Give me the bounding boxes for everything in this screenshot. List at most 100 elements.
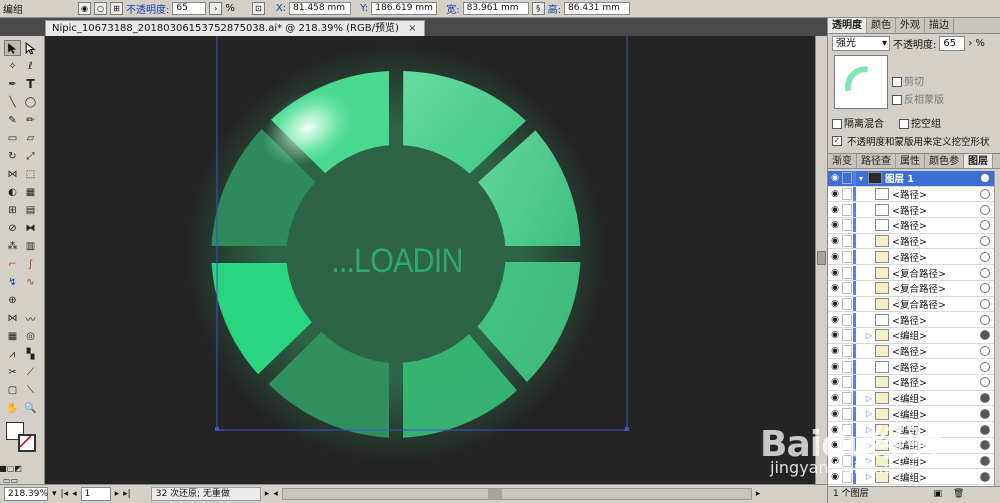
lock-toggle[interactable] <box>842 219 852 232</box>
line-tool-icon[interactable]: ╲ <box>4 94 21 110</box>
selection-handle-bl[interactable] <box>215 427 219 431</box>
pen-tool-icon[interactable]: ✒ <box>4 76 21 92</box>
object-thumbnail[interactable] <box>834 55 888 109</box>
layer-item-row[interactable]: ◉ <复合路径> <box>828 281 994 297</box>
knockout-group-checkbox[interactable] <box>899 119 909 129</box>
eye-icon[interactable]: ◉ <box>828 205 842 215</box>
first-page-icon[interactable]: |◂ <box>61 489 69 499</box>
layer-item-row[interactable]: ◉ <路径> <box>828 359 994 376</box>
item-name[interactable]: <路径> <box>892 360 980 374</box>
width-field[interactable]: 83.961 mm <box>462 2 529 15</box>
eye-icon[interactable]: ◉ <box>828 330 842 340</box>
opacity-field[interactable]: 65 <box>172 2 207 15</box>
slice-icon[interactable]: ▚ <box>22 346 39 362</box>
document-tab[interactable]: Nipic_10673188_20180306153752875038.ai* … <box>45 20 425 36</box>
opacity-mask-option[interactable]: ✓ 不透明度和蒙版用来定义挖空形状 <box>828 132 1000 150</box>
target-icon[interactable] <box>980 298 990 309</box>
pencil-icon[interactable]: ✏ <box>22 112 39 128</box>
item-name[interactable]: <复合路径> <box>892 297 980 311</box>
delete-layer-icon[interactable]: 🗑 <box>953 489 964 499</box>
width-tool-icon[interactable]: ⋈ <box>4 166 21 182</box>
target-icon[interactable] <box>980 377 990 388</box>
stroke-swatch[interactable] <box>18 434 36 452</box>
target-icon[interactable] <box>980 314 990 325</box>
eye-icon[interactable]: ◉ <box>828 362 842 372</box>
target-icon[interactable] <box>980 189 990 200</box>
knockout-group-option[interactable]: 挖空组 <box>899 115 941 130</box>
target-icon[interactable] <box>980 440 990 451</box>
layer-item-row[interactable]: ◉ <路径> <box>828 375 994 391</box>
curve-icon[interactable]: ∫ <box>22 256 39 272</box>
eye-icon[interactable]: ◉ <box>828 299 842 309</box>
path-icon[interactable]: ↯ <box>4 274 21 290</box>
item-name[interactable]: <路径> <box>892 250 980 264</box>
tab-transparency[interactable]: 透明度 <box>828 18 867 33</box>
lock-toggle[interactable] <box>842 313 852 326</box>
rotate-icon[interactable]: ↻ <box>4 148 21 164</box>
lock-toggle[interactable] <box>842 250 852 263</box>
target-icon[interactable] <box>980 346 990 357</box>
prev-page-icon[interactable]: ◂ <box>72 489 77 499</box>
magic-wand-icon[interactable]: ✧ <box>4 58 21 74</box>
shape-builder-icon[interactable]: ◐ <box>4 184 21 200</box>
selection-handle-br[interactable] <box>625 427 629 431</box>
close-tab-icon[interactable]: × <box>408 21 416 36</box>
expand-icon[interactable]: ▷ <box>859 394 875 403</box>
brush-icon[interactable]: ✎ <box>4 112 21 128</box>
tab-layers[interactable]: 图层 <box>964 154 993 168</box>
status-arrow-icon[interactable]: ▸ <box>265 489 270 499</box>
blend-icon[interactable]: ⧓ <box>22 220 39 236</box>
layer-item-row[interactable]: ◉ ▷ <编组> <box>828 391 994 407</box>
target-icon[interactable] <box>980 408 990 419</box>
lock-toggle[interactable] <box>842 282 852 295</box>
opacity-input[interactable]: 65 <box>939 36 966 51</box>
target-icon[interactable] <box>980 424 990 435</box>
target-icon[interactable] <box>980 283 990 294</box>
warp-icon[interactable]: 〰 <box>22 310 39 326</box>
item-name[interactable]: <路径> <box>892 218 980 232</box>
stroke-icon[interactable]: ◉ <box>78 2 91 15</box>
lock-toggle[interactable] <box>842 297 852 310</box>
item-name[interactable]: <路径> <box>892 375 980 389</box>
tab-attributes[interactable]: 属性 <box>896 154 925 168</box>
twirl-icon[interactable]: ◎ <box>22 328 39 344</box>
eye-icon[interactable]: ◉ <box>828 268 842 278</box>
opacity-dropdown-icon[interactable]: › <box>968 38 972 49</box>
globe-icon[interactable]: ⊕ <box>4 292 21 308</box>
expand-icon[interactable]: ▷ <box>859 331 875 340</box>
hscroll-right-icon[interactable]: ▸ <box>756 489 761 499</box>
loading-ring-artwork[interactable]: ...LOADIN <box>45 36 815 484</box>
isolate-blend-option[interactable]: 隔离混合 <box>832 115 884 130</box>
layer-item-row[interactable]: ◉ <路径> <box>828 218 994 234</box>
invert-mask-option[interactable]: 反相蒙版 <box>892 91 944 106</box>
zoom-dropdown-icon[interactable]: ▾ <box>52 489 57 499</box>
target-icon[interactable] <box>980 251 990 262</box>
isolate-blend-checkbox[interactable] <box>832 119 842 129</box>
lock-toggle[interactable] <box>842 172 852 185</box>
reference-point-icon[interactable]: ⊡ <box>251 2 265 15</box>
hscroll-thumb[interactable] <box>487 489 502 499</box>
tab-color[interactable]: 颜色 <box>867 18 896 33</box>
target-icon[interactable] <box>980 471 990 482</box>
selection-tool-icon[interactable] <box>4 40 21 56</box>
target-icon[interactable] <box>980 361 990 372</box>
dropdown-icon[interactable]: › <box>209 2 223 15</box>
layer-item-row[interactable]: ◉ <路径> <box>828 187 994 203</box>
tab-stroke[interactable]: 描边 <box>925 18 954 33</box>
type-tool-icon[interactable]: T <box>22 76 39 92</box>
item-name[interactable]: <路径> <box>892 234 980 248</box>
perspective-grid-icon[interactable]: ▦ <box>22 184 39 200</box>
target-icon[interactable] <box>980 236 990 247</box>
lock-toggle[interactable] <box>842 345 852 358</box>
direct-selection-icon[interactable] <box>22 40 39 56</box>
hand-icon[interactable]: ✋ <box>4 400 21 416</box>
x-field[interactable]: 81.458 mm <box>289 2 352 15</box>
item-name[interactable]: <复合路径> <box>892 281 980 295</box>
item-name[interactable]: <路径> <box>892 344 980 358</box>
hscroll-left-icon[interactable]: ◂ <box>273 489 278 499</box>
ellipse-tool-icon[interactable]: ◯ <box>22 94 39 110</box>
height-field[interactable]: 86.431 mm <box>564 2 631 15</box>
zoom-field[interactable]: 218.39% <box>4 487 48 501</box>
column-graph-icon[interactable]: ▥ <box>22 238 39 254</box>
target-icon[interactable] <box>980 330 990 341</box>
